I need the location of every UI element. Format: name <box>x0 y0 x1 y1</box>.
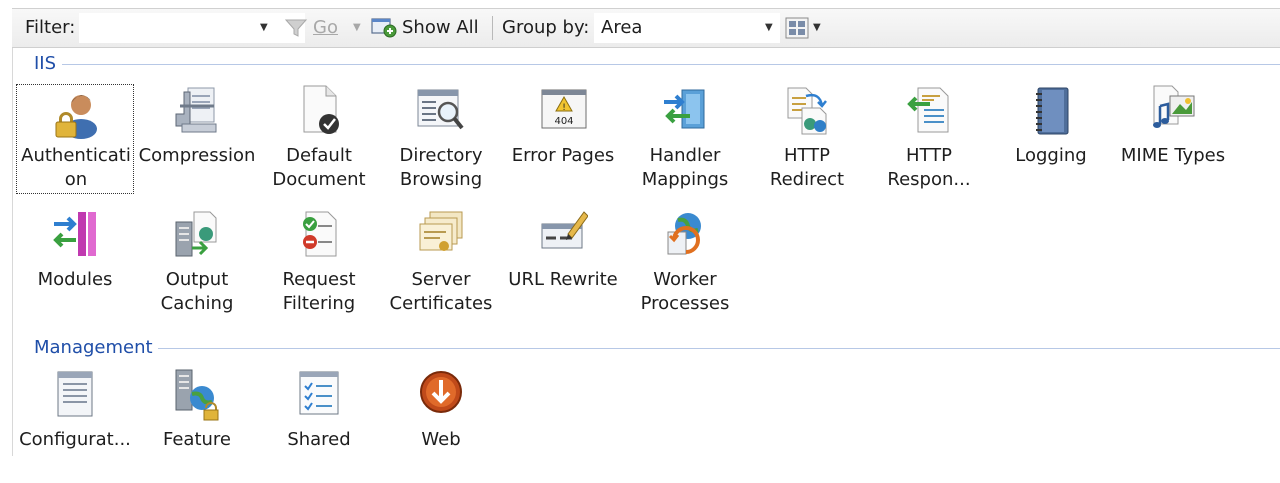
feature-label: Error Pages <box>511 145 615 166</box>
feature-directory-browsing[interactable]: Directory Browsing <box>382 84 500 199</box>
show-all-button[interactable]: Show All <box>402 9 479 47</box>
feature-label: Output Caching <box>160 269 234 314</box>
feature-label: Default Document <box>272 145 366 190</box>
feature-modules[interactable]: Modules <box>16 208 134 323</box>
http-redirect-icon <box>787 87 827 135</box>
feature-label: Web <box>421 429 461 450</box>
feature-worker-processes[interactable]: Worker Processes <box>626 208 744 323</box>
feature-url-rewrite[interactable]: URL Rewrite <box>504 208 622 323</box>
feature-http-response-headers[interactable]: HTTP Respon... <box>870 84 988 199</box>
request-filtering-icon <box>303 211 337 257</box>
feature-request-filtering[interactable]: Request Filtering <box>260 208 378 323</box>
shared-configuration-icon <box>299 371 339 415</box>
toolbar-separator <box>492 16 493 40</box>
view-mode-dropdown-arrow-icon[interactable]: ▼ <box>813 9 821 47</box>
go-dropdown-arrow-icon[interactable]: ▼ <box>353 9 361 47</box>
filter-dropdown-arrow-icon[interactable]: ▼ <box>260 9 268 47</box>
feature-error-pages[interactable]: ! 404 Error Pages <box>504 84 622 199</box>
directory-browsing-icon <box>417 89 464 130</box>
feature-default-document[interactable]: Default Document <box>260 84 378 199</box>
configuration-editor-icon <box>57 371 93 417</box>
section-header-iis: IIS <box>34 53 57 74</box>
section-header-management: Management <box>34 337 153 358</box>
go-button[interactable]: Go <box>313 9 338 47</box>
feature-configuration-editor[interactable]: Configurat... <box>16 368 134 483</box>
group-by-label: Group by: <box>502 17 590 38</box>
view-mode-icon[interactable] <box>785 17 809 39</box>
feature-authentication[interactable]: Authenticati on <box>16 84 134 194</box>
feature-label: Server Certificates <box>389 269 493 314</box>
default-document-icon <box>303 85 339 134</box>
feature-web-platform-installer[interactable]: Web <box>382 368 500 483</box>
feature-compression[interactable]: Compression <box>138 84 256 199</box>
show-all-icon[interactable] <box>370 16 398 40</box>
feature-label: Compression <box>138 145 256 166</box>
feature-label: Request Filtering <box>282 269 356 314</box>
handler-mappings-icon <box>664 89 705 129</box>
filter-label: Filter: <box>25 17 76 38</box>
feature-delegation-icon <box>175 369 219 421</box>
feature-label: Shared <box>287 429 351 450</box>
output-caching-icon <box>175 211 217 257</box>
svg-text:!: ! <box>562 103 566 113</box>
modules-icon <box>53 212 96 256</box>
filter-toolbar: Filter: ▼ Go ▼ Show All Group by: Area ▼… <box>12 8 1280 48</box>
feature-delegation[interactable]: Feature <box>138 368 256 483</box>
feature-label: Handler Mappings <box>641 145 729 190</box>
feature-label: Logging <box>1015 145 1087 166</box>
feature-logging[interactable]: Logging <box>992 84 1110 199</box>
error-pages-icon: ! 404 <box>541 89 587 129</box>
panel-border <box>12 48 13 456</box>
group-by-select[interactable]: Area <box>594 13 780 43</box>
feature-mime-types[interactable]: MIME Types <box>1114 84 1232 199</box>
worker-processes-icon <box>667 213 701 255</box>
feature-label: Configurat... <box>19 429 131 450</box>
feature-label: Authenticati on <box>21 145 131 190</box>
funnel-icon[interactable] <box>284 17 310 39</box>
feature-server-certificates[interactable]: Server Certificates <box>382 208 500 323</box>
feature-output-caching[interactable]: Output Caching <box>138 208 256 323</box>
authentication-icon <box>55 95 97 139</box>
group-by-dropdown-arrow-icon[interactable]: ▼ <box>765 9 773 47</box>
feature-label: MIME Types <box>1120 145 1226 166</box>
compression-icon <box>175 87 217 133</box>
feature-label: URL Rewrite <box>508 269 618 290</box>
filter-input[interactable] <box>79 13 305 43</box>
url-rewrite-icon <box>541 211 588 249</box>
mime-types-icon <box>1153 85 1195 128</box>
server-certificates-icon <box>419 211 463 251</box>
feature-label: Feature <box>162 429 232 450</box>
feature-http-redirect[interactable]: HTTP Redirect <box>748 84 866 199</box>
svg-text:404: 404 <box>554 116 573 127</box>
feature-label: Worker Processes <box>640 269 730 314</box>
web-platform-installer-icon <box>420 371 462 413</box>
logging-icon <box>1036 87 1069 135</box>
http-response-headers-icon <box>907 87 949 133</box>
feature-label: HTTP Redirect <box>769 145 845 190</box>
feature-label: HTTP Respon... <box>887 145 971 190</box>
feature-shared-configuration[interactable]: Shared <box>260 368 378 483</box>
feature-label: Modules <box>37 269 113 290</box>
section-divider-iis <box>62 64 1280 65</box>
section-divider-management <box>158 348 1280 349</box>
feature-label: Directory Browsing <box>399 145 483 190</box>
feature-handler-mappings[interactable]: Handler Mappings <box>626 84 744 199</box>
